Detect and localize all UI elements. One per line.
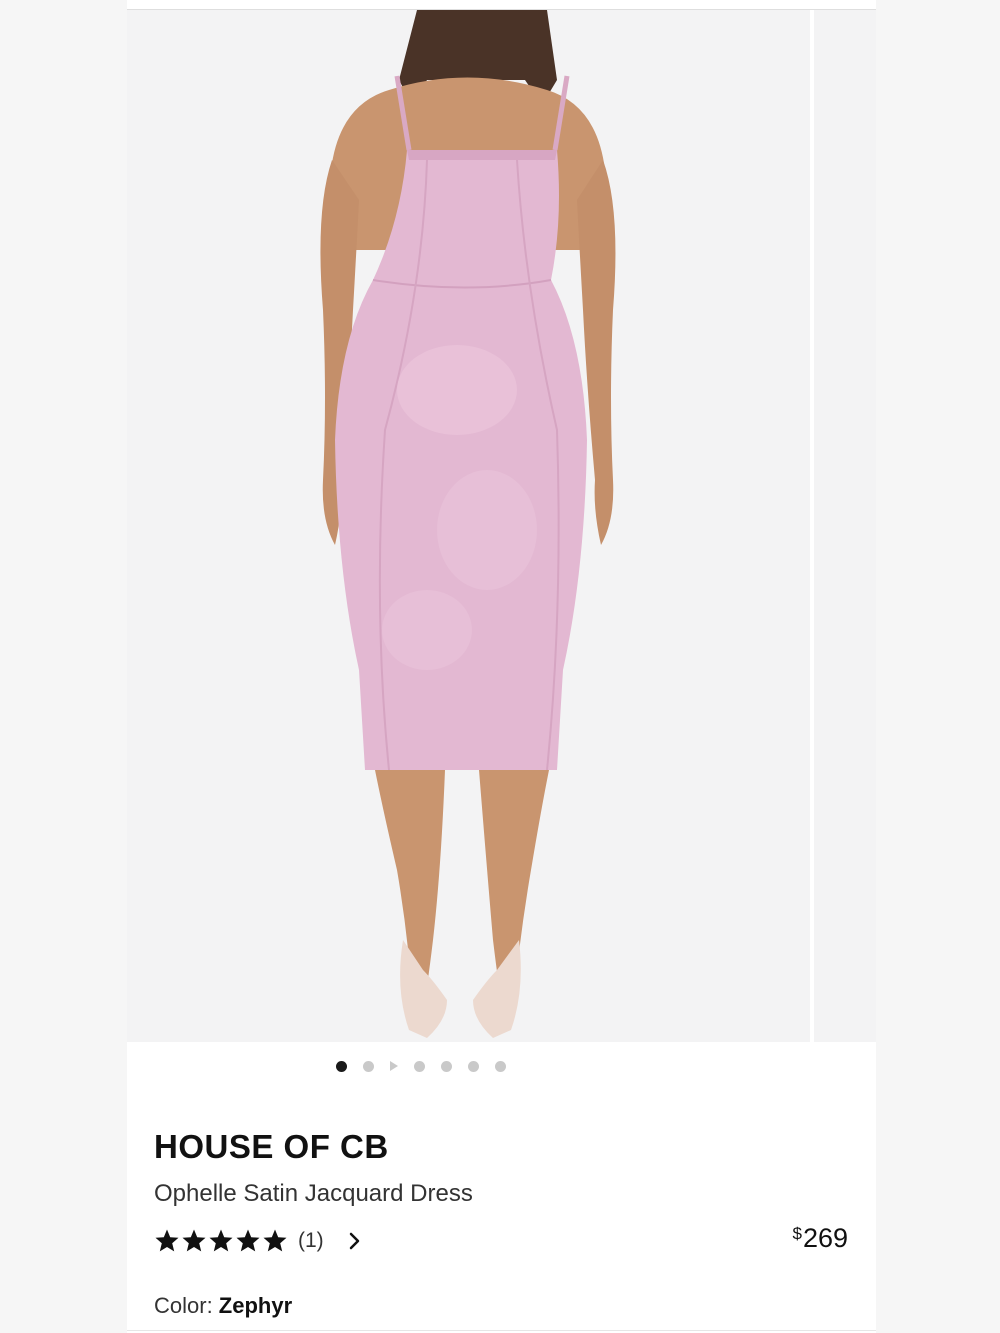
gallery-dot[interactable] [362, 1060, 374, 1072]
color-label: Color: [154, 1293, 219, 1318]
star-icon [236, 1229, 260, 1252]
gallery-pagination [127, 1058, 876, 1074]
gallery-dot[interactable] [494, 1060, 506, 1072]
star-icon [263, 1229, 287, 1252]
currency-symbol: $ [792, 1224, 802, 1243]
play-icon[interactable] [389, 1061, 398, 1071]
gallery-dot[interactable] [413, 1060, 425, 1072]
chevron-right-icon[interactable] [348, 1231, 362, 1251]
gallery-dot[interactable] [467, 1060, 479, 1072]
rating-row[interactable]: (1) [154, 1225, 362, 1257]
background-right [876, 0, 1000, 1333]
star-icon [209, 1229, 233, 1252]
product-page: HOUSE OF CB Ophelle Satin Jacquard Dress… [127, 0, 876, 1333]
star-icon [182, 1229, 206, 1252]
divider [127, 1330, 876, 1331]
star-rating [154, 1228, 288, 1254]
background-left [0, 0, 127, 1333]
brand-name[interactable]: HOUSE OF CB [154, 1128, 389, 1166]
price: $ 269 [792, 1223, 848, 1254]
price-value: 269 [802, 1223, 848, 1253]
next-image-peek[interactable] [814, 10, 876, 1042]
product-image[interactable] [127, 10, 810, 1042]
gallery-dot[interactable] [440, 1060, 452, 1072]
review-count: (1) [298, 1229, 324, 1252]
dress-photo [320, 10, 616, 1038]
color-value: Zephyr [218, 1293, 293, 1318]
product-name: Ophelle Satin Jacquard Dress [154, 1180, 473, 1207]
star-icon [155, 1229, 179, 1252]
gallery-dot[interactable] [335, 1060, 347, 1072]
color-selection: Color: Zephyr [154, 1293, 292, 1319]
